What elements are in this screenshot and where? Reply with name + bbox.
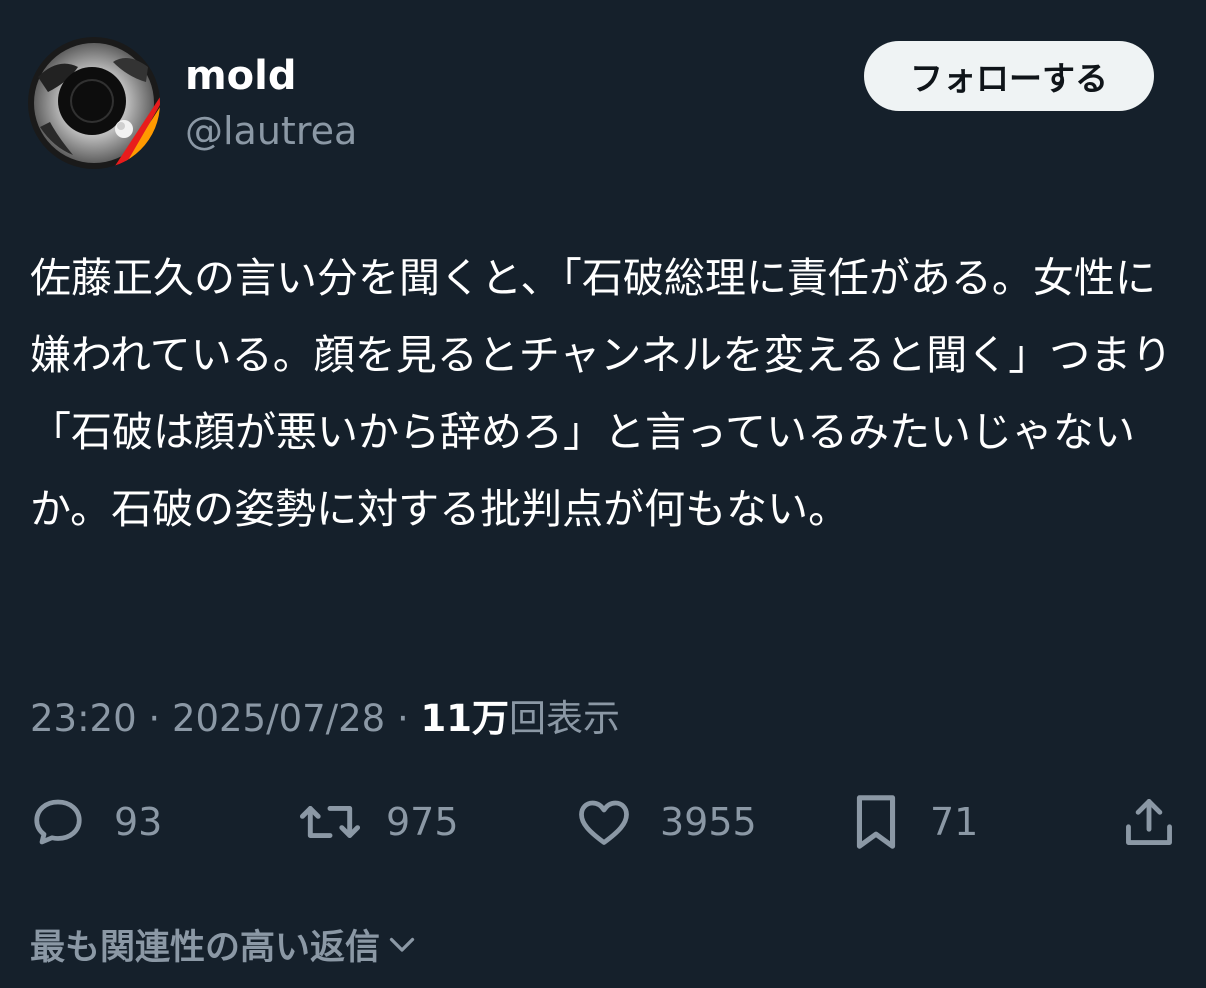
views-label: 回表示 bbox=[509, 697, 620, 740]
reply-count: 93 bbox=[114, 800, 163, 844]
replies-sort-dropdown[interactable]: 最も関連性の高い返信 bbox=[30, 916, 420, 972]
follow-button[interactable]: フォローする bbox=[864, 41, 1154, 111]
bookmark-icon bbox=[856, 795, 896, 849]
bookmark-count: 71 bbox=[930, 800, 979, 844]
tweet-time[interactable]: 23:20 bbox=[30, 697, 137, 740]
display-name[interactable]: mold bbox=[185, 50, 297, 102]
bookmark-button[interactable]: 71 bbox=[848, 790, 978, 854]
reply-icon bbox=[34, 799, 82, 845]
retweet-count: 975 bbox=[386, 800, 459, 844]
like-count: 3955 bbox=[660, 800, 757, 844]
meta-separator: · bbox=[148, 697, 161, 740]
retweet-button[interactable]: 975 bbox=[298, 790, 459, 854]
meta-separator: · bbox=[396, 697, 409, 740]
views-count[interactable]: 11万 bbox=[421, 697, 510, 740]
retweet-icon bbox=[299, 806, 361, 838]
replies-sort-label: 最も関連性の高い返信 bbox=[30, 927, 381, 968]
tweet-date[interactable]: 2025/07/28 bbox=[172, 697, 385, 740]
user-handle[interactable]: @lautrea bbox=[185, 105, 357, 157]
tweet-actions: 93 975 3955 71 bbox=[0, 790, 1206, 854]
chevron-down-icon bbox=[389, 937, 415, 952]
share-button[interactable] bbox=[1120, 790, 1178, 854]
tweet-text: 佐藤正久の言い分を聞くと、「石破総理に責任がある。女性に嫌われている。顔を見ると… bbox=[30, 254, 1173, 533]
tweet-meta: 23:20 · 2025/07/28 · 11万回表示 bbox=[30, 693, 620, 745]
share-icon bbox=[1126, 799, 1172, 845]
avatar-image bbox=[28, 37, 160, 169]
like-button[interactable]: 3955 bbox=[574, 790, 757, 854]
heart-icon bbox=[579, 800, 629, 845]
reply-button[interactable]: 93 bbox=[28, 790, 162, 854]
avatar[interactable] bbox=[28, 37, 160, 169]
